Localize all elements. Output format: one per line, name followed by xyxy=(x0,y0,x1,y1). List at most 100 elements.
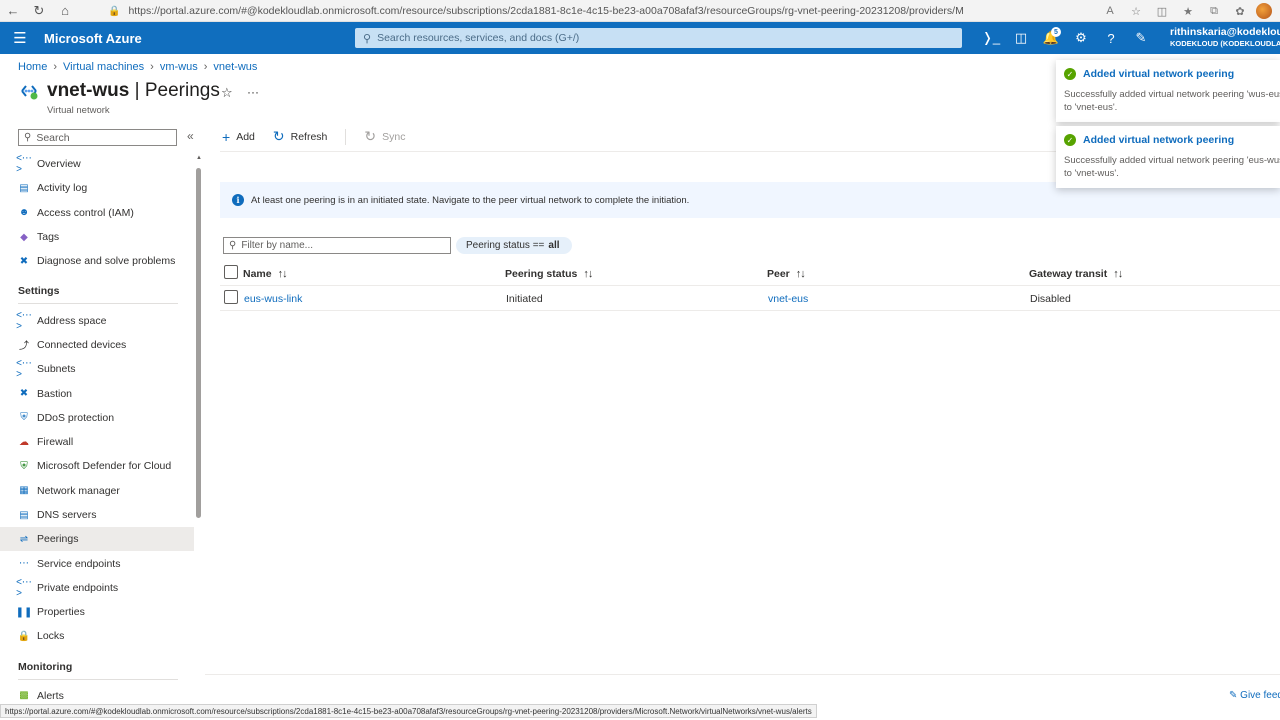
read-aloud-icon[interactable]: A xyxy=(1100,1,1120,21)
sidebar-item-diagnose[interactable]: ✖ Diagnose and solve problems xyxy=(0,249,194,273)
gateway-transit-cell: Disabled xyxy=(1030,292,1071,305)
directory-filter-icon[interactable]: ◫ xyxy=(1006,22,1036,54)
sidebar-item-dns-servers[interactable]: ▤ DNS servers xyxy=(0,503,194,527)
favorites-icon[interactable]: ★ xyxy=(1178,1,1198,21)
sidebar-item-tags[interactable]: ◆ Tags xyxy=(0,225,194,249)
wrench-icon: ✖ xyxy=(19,255,29,267)
peer-link[interactable]: vnet-eus xyxy=(768,286,808,311)
sidebar-item-peerings[interactable]: ⇌ Peerings xyxy=(0,527,194,552)
breadcrumb-virtual-machines[interactable]: Virtual machines xyxy=(63,61,144,73)
refresh-page-icon[interactable]: ↻ xyxy=(26,0,52,22)
sidebar-item-firewall[interactable]: ☁ Firewall xyxy=(0,430,194,454)
peering-name-link[interactable]: eus-wus-link xyxy=(244,286,302,311)
breadcrumb-vm-wus[interactable]: vm-wus xyxy=(160,61,198,73)
plug-icon: ⤴ xyxy=(19,341,29,353)
back-icon[interactable]: ← xyxy=(0,0,26,22)
sidebar-item-address-space[interactable]: <⋯> Address space xyxy=(0,308,194,332)
row-checkbox[interactable] xyxy=(224,290,238,304)
sidebar-item-activity-log[interactable]: ▤ Activity log xyxy=(0,176,194,200)
give-feedback-link[interactable]: ✎ Give feedback xyxy=(1229,690,1280,701)
sidebar-item-network-manager[interactable]: ▦ Network manager xyxy=(0,479,194,503)
feedback-icon[interactable]: ✎ xyxy=(1126,22,1156,54)
azure-topbar: ☰ Microsoft Azure ⚲ Search resources, se… xyxy=(0,22,1280,54)
collapse-sidebar-icon[interactable]: « xyxy=(187,129,194,143)
favorite-star-icon[interactable]: ☆ xyxy=(221,85,233,101)
column-header-peer[interactable]: Peer ↑↓ xyxy=(767,261,806,286)
extensions-icon[interactable]: ✿ xyxy=(1230,1,1250,21)
scrollbar-thumb[interactable] xyxy=(196,168,201,518)
monitoring-section-header[interactable]: Monitoring xyxy=(0,649,194,679)
sidebar-item-ddos-protection[interactable]: ⛨ DDoS protection xyxy=(0,406,194,430)
notification-toast[interactable]: ✓ Added virtual network peering Successfu… xyxy=(1056,126,1280,188)
virtual-network-icon xyxy=(21,85,38,100)
peering-icon: ⇌ xyxy=(19,533,29,545)
hamburger-menu-icon[interactable]: ☰ xyxy=(0,29,40,47)
add-button[interactable]: + Add xyxy=(222,129,255,145)
sync-button[interactable]: ↻ Sync xyxy=(364,128,405,145)
people-icon: ☻ xyxy=(18,207,30,219)
sidebar-item-bastion[interactable]: ✖ Bastion xyxy=(0,381,194,405)
peering-status-filter-pill[interactable]: Peering status == all xyxy=(456,237,572,254)
subnet-icon: <⋯> xyxy=(16,358,32,381)
info-banner-text: At least one peering is in an initiated … xyxy=(251,194,690,206)
sidebar-item-connected-devices[interactable]: ⤴ Connected devices xyxy=(0,333,194,357)
column-header-gateway-transit[interactable]: Gateway transit ↑↓ xyxy=(1029,261,1123,286)
alerts-icon: ▩ xyxy=(19,690,29,700)
filter-by-name-input[interactable]: ⚲ Filter by name... xyxy=(223,237,451,254)
more-options-icon[interactable]: ··· xyxy=(247,85,259,99)
info-icon: i xyxy=(232,194,244,206)
breadcrumb-home[interactable]: Home xyxy=(18,61,47,73)
plus-icon: + xyxy=(222,128,231,145)
sidebar-item-overview[interactable]: <⋯> Overview xyxy=(0,152,194,176)
toast-body: Successfully added virtual network peeri… xyxy=(1064,89,1280,113)
private-endpoint-icon: <⋯> xyxy=(16,576,32,599)
peering-status-cell: Initiated xyxy=(506,292,543,305)
sidebar-item-locks[interactable]: 🔒 Locks xyxy=(0,624,194,648)
table-row[interactable]: eus-wus-link Initiated vnet-eus Disabled xyxy=(220,286,1280,311)
notification-toast[interactable]: ✓ Added virtual network peering Successfu… xyxy=(1056,60,1280,122)
footer-divider xyxy=(205,674,1280,675)
browser-profile-avatar[interactable] xyxy=(1256,3,1272,19)
sort-icon: ↑↓ xyxy=(583,267,593,280)
page-header: vnet-wus | Peerings xyxy=(18,80,220,102)
global-search-input[interactable]: ⚲ Search resources, services, and docs (… xyxy=(355,28,962,48)
settings-gear-icon[interactable]: ⚙ xyxy=(1066,22,1096,54)
split-screen-icon[interactable]: ◫ xyxy=(1152,1,1172,21)
overview-icon: <⋯> xyxy=(16,153,32,176)
sidebar-search-input[interactable]: ⚲ Search xyxy=(18,129,177,146)
sidebar-item-defender[interactable]: ⛨ Microsoft Defender for Cloud xyxy=(0,454,194,478)
notifications-bell-icon[interactable]: 🔔 5 xyxy=(1036,22,1066,54)
home-icon[interactable]: ⌂ xyxy=(52,0,78,22)
sidebar-item-private-endpoints[interactable]: <⋯> Private endpoints xyxy=(0,576,194,600)
page-subtitle: Virtual network xyxy=(47,105,110,116)
bastion-icon: ✖ xyxy=(19,388,29,400)
global-search-placeholder: Search resources, services, and docs (G+… xyxy=(377,32,580,44)
scroll-up-arrow-icon[interactable]: ▲ xyxy=(196,155,202,161)
dns-server-icon: ▤ xyxy=(19,509,29,521)
toast-body: Successfully added virtual network peeri… xyxy=(1064,155,1280,179)
account-menu[interactable]: rithinskaria@kodekloud KODEKLOUD (KODEKL… xyxy=(1170,26,1280,48)
command-bar: + Add ↻ Refresh ↻ Sync xyxy=(222,128,405,145)
service-endpoint-icon: ⋯ xyxy=(19,558,29,570)
collections-icon[interactable]: ⧉ xyxy=(1204,1,1224,21)
address-bar[interactable]: 🔒 https://portal.azure.com/#@kodekloudla… xyxy=(108,2,963,20)
cloud-shell-icon[interactable]: ❭_ xyxy=(976,22,1006,54)
browser-status-url: https://portal.azure.com/#@kodekloudlab.… xyxy=(0,704,817,718)
brand-label[interactable]: Microsoft Azure xyxy=(44,31,344,46)
column-header-peering-status[interactable]: Peering status ↑↓ xyxy=(505,261,593,286)
sidebar-item-alerts[interactable]: ▩ Alerts xyxy=(0,684,194,700)
help-icon[interactable]: ? xyxy=(1096,22,1126,54)
refresh-button[interactable]: ↻ Refresh xyxy=(273,128,328,145)
sidebar-scrollbar[interactable]: ▲ xyxy=(196,152,202,700)
firewall-icon: ☁ xyxy=(19,436,29,448)
select-all-checkbox[interactable] xyxy=(224,265,238,279)
settings-section-header[interactable]: Settings xyxy=(0,273,194,303)
sidebar-item-access-control[interactable]: ☻ Access control (IAM) xyxy=(0,201,194,225)
favorite-star-icon[interactable]: ☆ xyxy=(1126,1,1146,21)
sidebar-item-service-endpoints[interactable]: ⋯ Service endpoints xyxy=(0,551,194,575)
column-header-name[interactable]: Name ↑↓ xyxy=(243,261,288,286)
sidebar-item-properties[interactable]: ❚❚ Properties xyxy=(0,600,194,624)
sidebar-item-subnets[interactable]: <⋯> Subnets xyxy=(0,357,194,381)
table-header-row: Name ↑↓ Peering status ↑↓ Peer ↑↓ Gateway t… xyxy=(220,261,1280,286)
breadcrumb-vnet-wus[interactable]: vnet-wus xyxy=(213,61,257,73)
